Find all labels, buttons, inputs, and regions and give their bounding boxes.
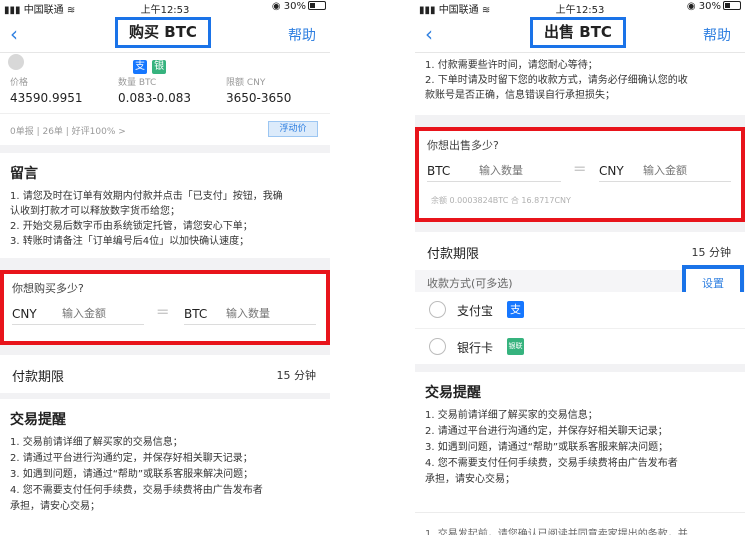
price-value: 43590.9951 xyxy=(10,91,83,105)
bank-card-radio[interactable] xyxy=(429,338,446,355)
notice-line: 1. 付款需要些许时间，请您耐心等待； xyxy=(425,60,598,71)
avatar xyxy=(8,54,24,70)
payment-period-value: 15 分钟 xyxy=(276,369,317,382)
status-bar: ▮▮▮ 中国联通 ≋ 上午12:53 ◉ 30% xyxy=(0,0,330,16)
alipay-icon: 支 xyxy=(507,301,524,318)
payment-methods-label: 收款方式(可多选) xyxy=(427,277,513,290)
cny-amount-input[interactable] xyxy=(62,307,142,320)
tip-line: 1. 交易前请详细了解买家的交易信息； xyxy=(10,437,183,448)
status-bar: ▮▮▮ 中国联通 ≋ 上午12:53 ◉ 30% xyxy=(415,0,745,16)
ad-meta-row[interactable]: 0单报 | 26单 | 好评100% > 浮动价 xyxy=(0,113,330,145)
trade-tips-section: 交易提醒 1. 交易前请详细了解买家的交易信息； 2. 请通过平台进行沟通约定，… xyxy=(415,372,745,512)
payment-period-value: 15 分钟 xyxy=(691,246,732,259)
tip-line: 4. 您不需要支付任何手续费，交易手续费将由广告发布者 xyxy=(425,458,678,469)
bank-card-label: 银行卡 xyxy=(457,341,494,355)
back-chevron-icon[interactable]: ‹ xyxy=(10,22,18,46)
advertiser-row: 支 银 xyxy=(0,53,330,74)
page-title: 购买 BTC xyxy=(115,17,211,48)
payment-option-alipay[interactable]: 支付宝 支 xyxy=(415,292,745,328)
balance-text: 余额 0.0003824BTC 合 16.8717CNY xyxy=(431,196,571,205)
battery-indicator: ◉ 30% xyxy=(272,1,326,12)
btc-quantity-input[interactable] xyxy=(226,307,306,320)
quantity-label: 数量 BTC xyxy=(118,78,157,88)
nav-bar: ‹ 购买 BTC 帮助 xyxy=(0,15,330,53)
price-label: 价格 xyxy=(10,78,29,88)
cny-amount-input[interactable] xyxy=(643,164,723,177)
payment-methods-header: 收款方式(可多选) 设置 xyxy=(415,265,745,303)
trade-tips-section: 交易提醒 1. 交易前请详细了解买家的交易信息； 2. 请通过平台进行沟通约定，… xyxy=(0,399,330,535)
message-line: 1. 请您及时在订单有效期内付款并点击「已支付」按钮，我确 xyxy=(10,191,283,202)
ad-stats: 价格 43590.9951 数量 BTC 0.083-0.083 限额 CNY … xyxy=(0,71,330,113)
currency-btc: BTC xyxy=(184,307,208,321)
tips-title: 交易提醒 xyxy=(425,385,481,401)
message-line: 认收到打款才可以释放数字货币给您； xyxy=(10,206,180,217)
alipay-label: 支付宝 xyxy=(457,304,494,318)
sell-notice: 1. 付款需要些许时间，请您耐心等待； 2. 下单时请及时留下您的收款方式，请务… xyxy=(415,53,745,115)
tip-line: 3. 如遇到问题，请通过“帮助”或联系客服来解决问题； xyxy=(425,442,669,453)
float-price-badge: 浮动价 xyxy=(268,121,318,137)
equals-sign: = xyxy=(156,302,170,321)
amount-question: 你想购买多少? xyxy=(12,282,84,295)
sell-amount-box: 你想出售多少? BTC = CNY 余额 0.0003824BTC 合 16.8… xyxy=(415,127,745,222)
currency-cny: CNY xyxy=(599,164,624,178)
tips-title: 交易提醒 xyxy=(10,412,66,428)
trade-stats: 0单报 | 26单 | 好评100% > xyxy=(10,127,126,137)
limit-label: 限额 CNY xyxy=(226,78,266,88)
sell-btc-screen: ▮▮▮ 中国联通 ≋ 上午12:53 ◉ 30% ‹ 出售 BTC 帮助 1. … xyxy=(415,0,745,535)
battery-icon xyxy=(723,1,741,10)
tip-line: 承担，请安心交易； xyxy=(425,474,515,485)
currency-cny: CNY xyxy=(12,307,37,321)
quantity-value: 0.083-0.083 xyxy=(118,91,192,105)
payment-option-bank-card[interactable]: 银行卡 银联 xyxy=(415,328,745,364)
payment-period-label: 付款期限 xyxy=(12,370,65,385)
quantity-stat: 数量 BTC 0.083-0.083 xyxy=(118,75,191,105)
page-title: 出售 BTC xyxy=(530,17,626,48)
tip-line: 4. 您不需要支付任何手续费，交易手续费将由广告发布者 xyxy=(10,485,263,496)
message-line: 2. 开始交易后数字币由系统锁定托管，请您安心下单； xyxy=(10,221,253,232)
btc-quantity-input[interactable] xyxy=(479,164,559,177)
currency-btc: BTC xyxy=(427,164,451,178)
alipay-radio[interactable] xyxy=(429,301,446,318)
tip-line: 2. 请通过平台进行沟通约定，并保存好相关聊天记录； xyxy=(425,426,668,437)
help-link[interactable]: 帮助 xyxy=(288,25,316,45)
terms-note: 1. 交易发起前，请您确认已阅读并同意卖家提出的条款，并 xyxy=(415,512,745,535)
price-stat: 价格 43590.9951 xyxy=(10,75,83,105)
tip-line: 2. 请通过平台进行沟通约定，并保存好相关聊天记录； xyxy=(10,453,253,464)
nav-bar: ‹ 出售 BTC 帮助 xyxy=(415,15,745,53)
back-chevron-icon[interactable]: ‹ xyxy=(425,22,433,46)
limit-value: 3650-3650 xyxy=(226,91,292,105)
buy-btc-screen: ▮▮▮ 中国联通 ≋ 上午12:53 ◉ 30% ‹ 购买 BTC 帮助 支 银… xyxy=(0,0,330,535)
tip-line: 承担，请安心交易； xyxy=(10,501,100,512)
limit-stat: 限额 CNY 3650-3650 xyxy=(226,75,291,105)
battery-indicator: ◉ 30% xyxy=(687,1,741,12)
message-section: 留言 1. 请您及时在订单有效期内付款并点击「已支付」按钮，我确 认收到打款才可… xyxy=(0,153,330,258)
battery-icon xyxy=(308,1,326,10)
unionpay-icon: 银联 xyxy=(507,338,524,355)
notice-line: 2. 下单时请及时留下您的收款方式，请务必仔细确认您的收 xyxy=(425,75,688,86)
amount-question: 你想出售多少? xyxy=(427,139,499,152)
payment-period-label: 付款期限 xyxy=(427,247,480,262)
equals-sign: = xyxy=(573,159,587,178)
buy-amount-box: 你想购买多少? CNY = BTC xyxy=(0,270,330,345)
message-line: 3. 转账时请备注「订单编号后4位」以加快确认速度； xyxy=(10,236,250,247)
tip-line: 1. 交易前请详细了解买家的交易信息； xyxy=(425,410,598,421)
help-link[interactable]: 帮助 xyxy=(703,25,731,45)
ad-card: 支 银 价格 43590.9951 数量 BTC 0.083-0.083 限额 … xyxy=(0,53,330,145)
message-title: 留言 xyxy=(10,166,38,182)
notice-line: 款账号是否正确，信息错误自行承担损失； xyxy=(425,90,615,101)
tip-line: 3. 如遇到问题，请通过“帮助”或联系客服来解决问题； xyxy=(10,469,254,480)
payment-period-row: 付款期限 15 分钟 xyxy=(0,355,330,393)
